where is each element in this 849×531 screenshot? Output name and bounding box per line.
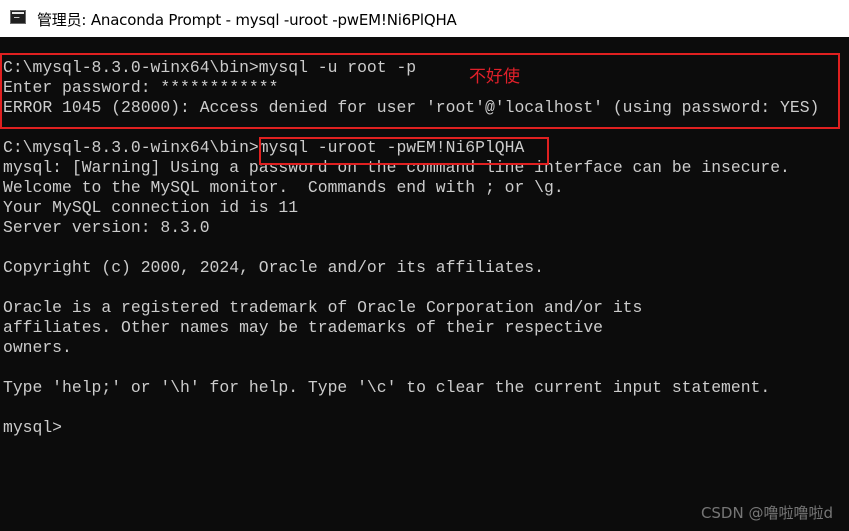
console-line: Your MySQL connection id is 11 [3, 198, 299, 217]
terminal-icon [10, 9, 26, 24]
command-highlight [259, 137, 549, 165]
console-line: affiliates. Other names may be trademark… [3, 318, 603, 337]
console-line: Welcome to the MySQL monitor. Commands e… [3, 178, 564, 197]
console-line: owners. [3, 338, 72, 357]
window-title: 管理员: Anaconda Prompt - mysql -uroot -pwE… [37, 11, 457, 29]
console-line: Oracle is a registered trademark of Orac… [3, 298, 643, 317]
title-bar[interactable]: 管理员: Anaconda Prompt - mysql -uroot -pwE… [0, 0, 849, 37]
watermark: CSDN @噜啦噜啦d [700, 504, 833, 522]
console-line: Copyright (c) 2000, 2024, Oracle and/or … [3, 258, 544, 277]
console-prompt[interactable]: mysql> [3, 418, 62, 438]
console-line: Type 'help;' or '\h' for help. Type '\c'… [3, 378, 771, 397]
annotation-note: 不好使 [469, 67, 520, 87]
failed-login-highlight [0, 53, 840, 129]
console-line: Server version: 8.3.0 [3, 218, 210, 237]
